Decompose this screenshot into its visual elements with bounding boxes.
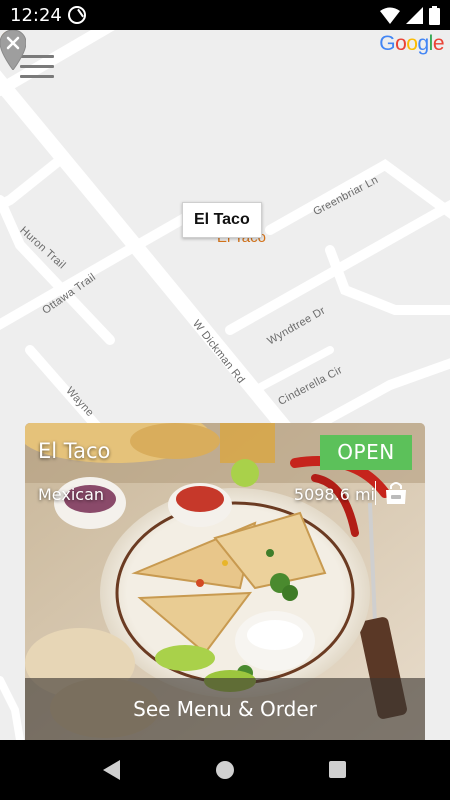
marker-callout[interactable]: El Taco bbox=[182, 202, 262, 238]
restaurant-card[interactable]: El Taco OPEN Mexican 5098.6 mi See Menu … bbox=[25, 423, 425, 740]
see-menu-order-button[interactable]: See Menu & Order bbox=[25, 678, 425, 740]
open-status-badge: OPEN bbox=[320, 435, 412, 470]
battery-icon bbox=[429, 5, 440, 25]
at-sign-icon bbox=[68, 6, 86, 24]
home-icon[interactable] bbox=[216, 761, 234, 779]
recents-icon[interactable] bbox=[329, 761, 346, 778]
shopping-bag-icon bbox=[386, 482, 406, 504]
status-bar: 12:24 bbox=[0, 0, 450, 30]
google-logo: Google bbox=[379, 32, 444, 55]
restaurant-category: Mexican bbox=[38, 485, 105, 504]
wifi-icon bbox=[380, 7, 400, 24]
status-icons bbox=[380, 5, 440, 25]
navigation-bar bbox=[0, 740, 450, 800]
signal-icon bbox=[406, 6, 423, 24]
restaurant-distance: 5098.6 mi bbox=[293, 485, 375, 504]
selected-pin-icon[interactable] bbox=[0, 30, 26, 70]
divider bbox=[375, 481, 376, 505]
restaurant-name: El Taco bbox=[38, 439, 111, 463]
status-time: 12:24 bbox=[10, 5, 62, 26]
back-icon[interactable] bbox=[103, 760, 120, 780]
